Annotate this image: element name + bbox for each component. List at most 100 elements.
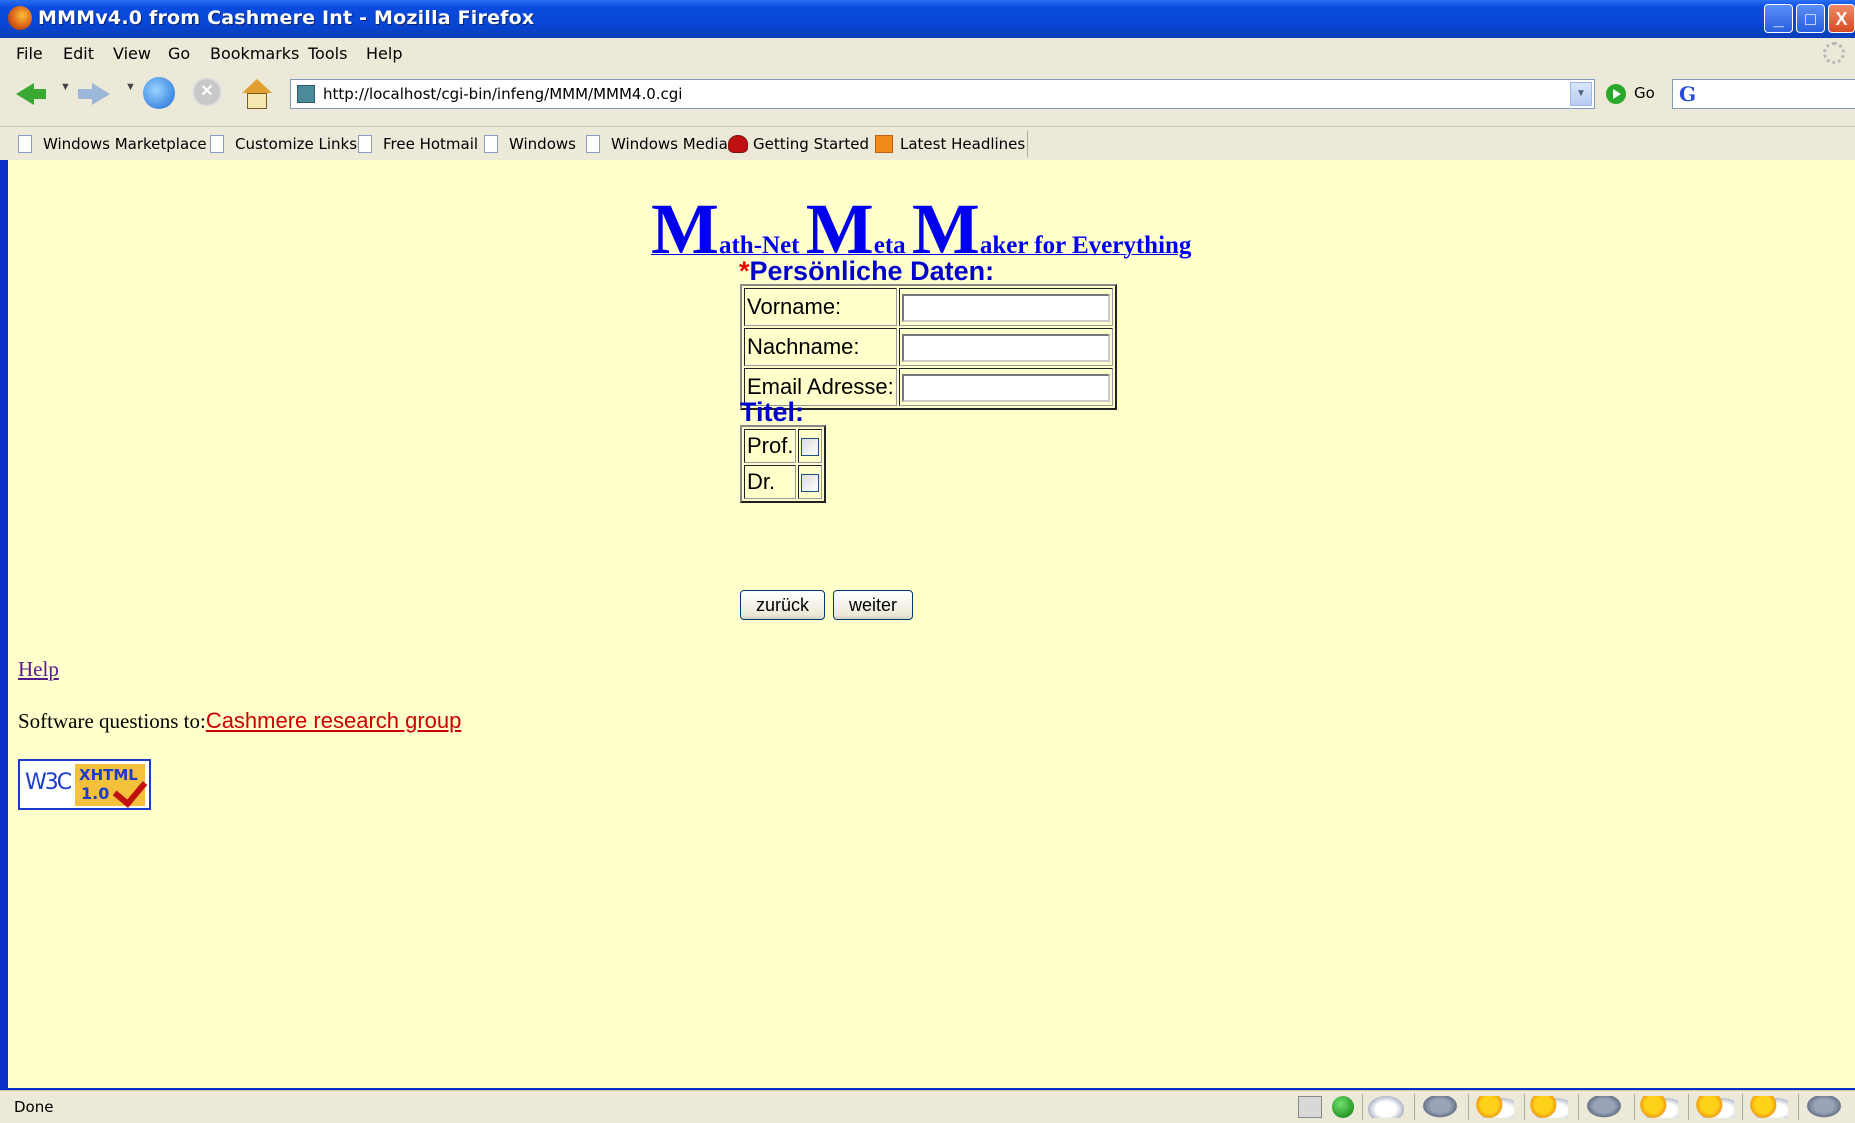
search-box[interactable]: G <box>1672 79 1855 109</box>
last-name-cell <box>898 328 1113 366</box>
home-button[interactable] <box>240 77 274 111</box>
prof-checkbox[interactable] <box>801 438 820 457</box>
title-initial-m1: M <box>651 189 719 269</box>
page-title[interactable]: Math-Net Meta Maker for Everything <box>651 193 1251 265</box>
status-separator <box>1578 1094 1579 1120</box>
status-separator <box>1524 1094 1525 1120</box>
table-row: Dr. <box>744 465 823 499</box>
dr-cell <box>798 465 823 499</box>
go-arrow-icon <box>1606 84 1626 104</box>
last-name-field[interactable] <box>901 334 1110 362</box>
window-title: MMMv4.0 from Cashmere Int - Mozilla Fire… <box>38 7 535 29</box>
w3c-logo-text: W3C <box>25 770 72 795</box>
menu-view[interactable]: View <box>113 44 151 63</box>
status-separator <box>1414 1094 1415 1120</box>
prof-cell <box>798 429 823 463</box>
back-history-dropdown[interactable]: ▼ <box>60 81 71 93</box>
menu-bar: File Edit View Go Bookmarks Tools Help <box>0 38 1855 68</box>
status-text: Done <box>14 1098 54 1116</box>
forward-history-dropdown[interactable]: ▼ <box>125 81 136 93</box>
title-word-math-net: ath-Net <box>718 232 806 259</box>
title-table: Prof. Dr. <box>740 425 827 503</box>
page-content: Math-Net Meta Maker for Everything *Pers… <box>8 160 1855 1088</box>
last-name-label: Nachname: <box>744 328 897 366</box>
bookmarks-toolbar: Windows Marketplace Customize Links Free… <box>0 126 1855 161</box>
maximize-button[interactable]: □ <box>1796 4 1825 33</box>
close-button[interactable]: X <box>1828 4 1855 33</box>
email-cell <box>898 368 1113 406</box>
first-name-cell <box>898 288 1113 326</box>
rain-icon[interactable] <box>1806 1096 1842 1118</box>
menu-tools[interactable]: Tools <box>308 44 347 63</box>
page-icon <box>586 135 600 153</box>
page-icon <box>18 135 32 153</box>
reload-button[interactable] <box>143 77 175 109</box>
rain-icon[interactable] <box>1422 1096 1458 1118</box>
grid-icon[interactable] <box>1298 1096 1322 1118</box>
status-separator <box>1634 1094 1635 1120</box>
software-questions-text: Software questions to: <box>18 709 206 733</box>
back-form-button[interactable]: zurück <box>740 590 825 620</box>
sun-cloud-icon[interactable] <box>1640 1096 1678 1118</box>
window-title-bar: MMMv4.0 from Cashmere Int - Mozilla Fire… <box>0 0 1855 38</box>
firefox-icon <box>8 6 32 30</box>
menu-edit[interactable]: Edit <box>63 44 94 63</box>
site-icon <box>297 85 315 103</box>
browser-chrome: File Edit View Go Bookmarks Tools Help ▼… <box>0 38 1855 160</box>
first-name-label: Vorname: <box>744 288 897 326</box>
w3c-xhtml-badge[interactable]: W3C XHTML 1.0 <box>18 759 151 810</box>
sun-cloud-icon[interactable] <box>1476 1096 1514 1118</box>
sun-cloud-icon[interactable] <box>1696 1096 1734 1118</box>
status-separator <box>1742 1094 1743 1120</box>
dr-label: Dr. <box>744 465 797 499</box>
sun-cloud-icon[interactable] <box>1750 1096 1788 1118</box>
status-bar: Done <box>0 1090 1855 1123</box>
minimize-button[interactable]: _ <box>1764 4 1793 33</box>
page-icon <box>358 135 372 153</box>
dr-checkbox[interactable] <box>801 474 820 493</box>
page-icon <box>484 135 498 153</box>
google-search-icon[interactable]: G <box>1679 82 1696 106</box>
green-dot-icon[interactable] <box>1332 1096 1354 1118</box>
software-questions: Software questions to:Cashmere research … <box>18 708 461 734</box>
menu-help[interactable]: Help <box>366 44 402 63</box>
menu-go[interactable]: Go <box>168 44 190 63</box>
navigation-toolbar: ▼ ▼ ✕ ▼ Go G <box>0 73 1855 117</box>
status-separator <box>1362 1094 1363 1120</box>
required-marker: * <box>739 256 750 286</box>
sun-cloud-icon[interactable] <box>1530 1096 1568 1118</box>
stop-button[interactable]: ✕ <box>192 77 222 107</box>
rss-icon <box>875 135 893 153</box>
title-heading: Titel: <box>740 397 805 427</box>
throbber-icon <box>1823 42 1845 64</box>
rain-icon[interactable] <box>1586 1096 1622 1118</box>
page-icon <box>210 135 224 153</box>
firefox-icon <box>728 135 748 153</box>
status-separator <box>1798 1094 1799 1120</box>
status-separator <box>1468 1094 1469 1120</box>
prof-label: Prof. <box>744 429 797 463</box>
personal-data-heading: *Persönliche Daten: <box>739 256 994 287</box>
personal-data-heading-text: Persönliche Daten: <box>749 256 995 286</box>
cloud-icon[interactable] <box>1368 1096 1404 1118</box>
table-row: Prof. <box>744 429 823 463</box>
back-button[interactable] <box>14 77 48 111</box>
table-row: Nachname: <box>744 328 1113 366</box>
menu-bookmarks[interactable]: Bookmarks <box>210 44 299 63</box>
go-label: Go <box>1634 84 1655 102</box>
title-word-maker: aker for Everything <box>979 232 1192 259</box>
url-input[interactable] <box>323 83 1553 105</box>
address-bar[interactable]: ▼ <box>290 79 1595 109</box>
personal-data-table: Vorname: Nachname: Email Adresse: <box>740 284 1117 410</box>
menu-file[interactable]: File <box>16 44 43 63</box>
email-field[interactable] <box>901 374 1110 402</box>
first-name-field[interactable] <box>901 294 1110 322</box>
title-word-meta: eta <box>873 232 912 259</box>
forward-button[interactable] <box>78 77 112 111</box>
help-link[interactable]: Help <box>18 657 59 682</box>
toolbar-separator <box>1027 131 1028 157</box>
table-row: Vorname: <box>744 288 1113 326</box>
cashmere-research-link[interactable]: Cashmere research group <box>206 708 462 733</box>
url-history-dropdown[interactable]: ▼ <box>1570 82 1592 106</box>
next-form-button[interactable]: weiter <box>833 590 913 620</box>
